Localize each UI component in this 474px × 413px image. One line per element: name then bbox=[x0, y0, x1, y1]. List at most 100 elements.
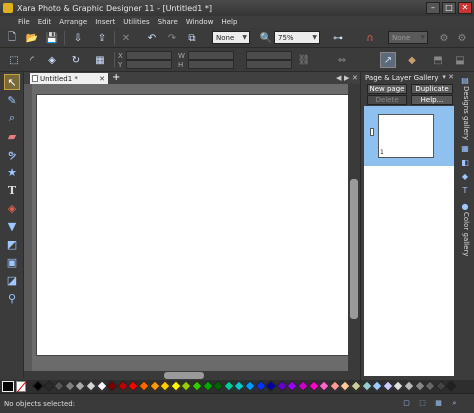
palette-swatch[interactable] bbox=[53, 380, 65, 392]
color-gallery-tab[interactable]: Color gallery bbox=[460, 212, 470, 256]
menu-share[interactable]: Share bbox=[158, 18, 178, 26]
eraser-icon[interactable]: ◆ bbox=[404, 52, 420, 68]
document-tab[interactable]: Untitled1 * ✕ bbox=[30, 73, 108, 84]
palette-swatch[interactable] bbox=[32, 380, 44, 392]
no-color-swatch[interactable] bbox=[16, 381, 26, 392]
palette-swatch[interactable] bbox=[85, 380, 97, 392]
delete-icon[interactable]: ✕ bbox=[118, 30, 134, 46]
transparency-tool-icon[interactable]: ▼ bbox=[4, 218, 20, 234]
palette-swatch[interactable] bbox=[106, 380, 118, 392]
transform-icon[interactable]: ↗ bbox=[380, 52, 396, 68]
palette-swatch[interactable] bbox=[297, 380, 309, 392]
palette-swatch[interactable] bbox=[244, 380, 256, 392]
bitmap-gallery-icon[interactable]: ◆ bbox=[460, 172, 470, 182]
menu-arrange[interactable]: Arrange bbox=[59, 18, 87, 26]
page-thumbnail[interactable]: 1 bbox=[378, 114, 434, 158]
new-page-button[interactable]: New page bbox=[367, 84, 407, 94]
brush-tool-icon[interactable]: ຯ bbox=[4, 146, 20, 162]
undo-icon[interactable]: ↶ bbox=[144, 30, 160, 46]
flip-icon[interactable]: ⇔ bbox=[334, 52, 350, 68]
rotate-icon[interactable]: ↻ bbox=[68, 52, 84, 68]
vertical-scroll-thumb[interactable] bbox=[350, 179, 358, 319]
save-icon[interactable]: 💾 bbox=[44, 30, 60, 46]
rounded-corner-icon[interactable]: ◜ bbox=[24, 52, 40, 68]
new-tab-button[interactable]: + bbox=[112, 72, 120, 84]
new-document-icon[interactable]: 🗋 bbox=[4, 30, 20, 46]
palette-swatch[interactable] bbox=[371, 380, 383, 392]
eraser-tool-icon[interactable]: ▰ bbox=[4, 128, 20, 144]
palette-swatch[interactable] bbox=[424, 380, 436, 392]
shadow-tool-icon[interactable]: ◩ bbox=[4, 236, 20, 252]
blend-tool-icon[interactable]: ⚲ bbox=[4, 290, 20, 306]
palette-swatch[interactable] bbox=[191, 380, 203, 392]
copy-icon[interactable]: ⧉ bbox=[184, 30, 200, 46]
palette-swatch[interactable] bbox=[445, 380, 458, 392]
maximize-button[interactable]: □ bbox=[442, 2, 456, 14]
text-tool-icon[interactable]: T bbox=[4, 182, 20, 198]
palette-swatch[interactable] bbox=[318, 380, 330, 392]
import-icon[interactable]: ⇩ bbox=[70, 30, 86, 46]
horizontal-scrollbar[interactable] bbox=[24, 371, 348, 380]
scale-w-field[interactable] bbox=[246, 51, 292, 60]
arrange-icon[interactable]: ⬒ bbox=[430, 52, 446, 68]
disabled-combo[interactable]: None ▼ bbox=[388, 31, 428, 44]
menu-help[interactable]: Help bbox=[221, 18, 237, 26]
close-tab-icon[interactable]: ✕ bbox=[99, 75, 105, 83]
horizontal-scroll-thumb[interactable] bbox=[164, 372, 204, 379]
open-folder-icon[interactable]: 📂 bbox=[24, 30, 40, 46]
fill-tool-icon[interactable]: ◈ bbox=[4, 200, 20, 216]
export-icon[interactable]: ⇪ bbox=[94, 30, 110, 46]
delete-button[interactable]: Delete bbox=[367, 95, 407, 105]
palette-swatch[interactable] bbox=[350, 380, 362, 392]
x-field[interactable] bbox=[126, 51, 172, 60]
lock-aspect-icon[interactable]: ⛓ bbox=[296, 52, 312, 68]
layer-gallery-icon[interactable]: ◧ bbox=[460, 158, 470, 168]
canvas-area[interactable] bbox=[24, 84, 360, 371]
help-button[interactable]: Help... bbox=[411, 95, 453, 105]
selector-settings-icon[interactable]: ⬚ bbox=[6, 52, 22, 68]
h-field[interactable] bbox=[188, 60, 234, 69]
palette-swatch[interactable] bbox=[265, 380, 277, 392]
palette-swatch[interactable] bbox=[403, 380, 415, 392]
minimize-button[interactable]: – bbox=[426, 2, 440, 14]
options-icon[interactable]: ⚙ bbox=[454, 30, 470, 46]
menu-window[interactable]: Window bbox=[186, 18, 214, 26]
page-entry-selected[interactable]: 1 bbox=[364, 106, 454, 166]
menu-utilities[interactable]: Utilities bbox=[123, 18, 149, 26]
snap-status-icon[interactable]: ⬚ bbox=[418, 399, 427, 408]
gallery-close-icon[interactable]: ▾ ✕ bbox=[442, 73, 454, 81]
arrange-back-icon[interactable]: ⬓ bbox=[452, 52, 468, 68]
tab-scroll-right-icon[interactable]: ▶ bbox=[344, 72, 349, 84]
menu-edit[interactable]: Edit bbox=[38, 18, 52, 26]
zoom-combo[interactable]: 75% ▼ bbox=[274, 31, 320, 44]
y-field[interactable] bbox=[126, 60, 172, 69]
close-document-icon[interactable]: ✕ bbox=[352, 72, 358, 84]
zoom-tool-icon[interactable]: ⌕ bbox=[4, 110, 20, 126]
designs-gallery-icon[interactable]: ▤ bbox=[460, 76, 470, 86]
bevel-tool-icon[interactable]: ◪ bbox=[4, 272, 20, 288]
menu-insert[interactable]: Insert bbox=[95, 18, 115, 26]
page-status-icon[interactable]: ▢ bbox=[402, 399, 411, 408]
fill-bucket-icon[interactable]: ◈ bbox=[44, 52, 60, 68]
page-gallery-icon[interactable]: ▦ bbox=[460, 144, 470, 154]
w-field[interactable] bbox=[188, 51, 234, 60]
slider-icon[interactable]: ⊶ bbox=[330, 30, 346, 46]
color-gallery-icon[interactable]: ● bbox=[460, 202, 470, 212]
zoom-icon[interactable]: 🔍 bbox=[258, 30, 274, 46]
font-gallery-icon[interactable]: T bbox=[460, 186, 470, 196]
current-color-swatch[interactable] bbox=[2, 381, 14, 392]
magnet-icon[interactable]: ∩ bbox=[362, 30, 378, 46]
redo-icon[interactable]: ↷ bbox=[164, 30, 180, 46]
tab-scroll-left-icon[interactable]: ◀ bbox=[336, 72, 341, 84]
palette-swatch[interactable] bbox=[212, 380, 224, 392]
menu-file[interactable]: File bbox=[18, 18, 30, 26]
zoom-status-icon[interactable]: ⌕ bbox=[450, 399, 459, 408]
quality-combo[interactable]: None ▼ bbox=[212, 31, 250, 44]
duplicate-button[interactable]: Duplicate bbox=[411, 84, 453, 94]
scale-h-field[interactable] bbox=[246, 60, 292, 69]
selector-tool-icon[interactable]: ↖ bbox=[4, 74, 20, 90]
palette-swatch[interactable] bbox=[138, 380, 150, 392]
vertical-scrollbar[interactable] bbox=[348, 84, 360, 371]
freehand-tool-icon[interactable]: ✎ bbox=[4, 92, 20, 108]
document-page[interactable] bbox=[36, 94, 350, 356]
